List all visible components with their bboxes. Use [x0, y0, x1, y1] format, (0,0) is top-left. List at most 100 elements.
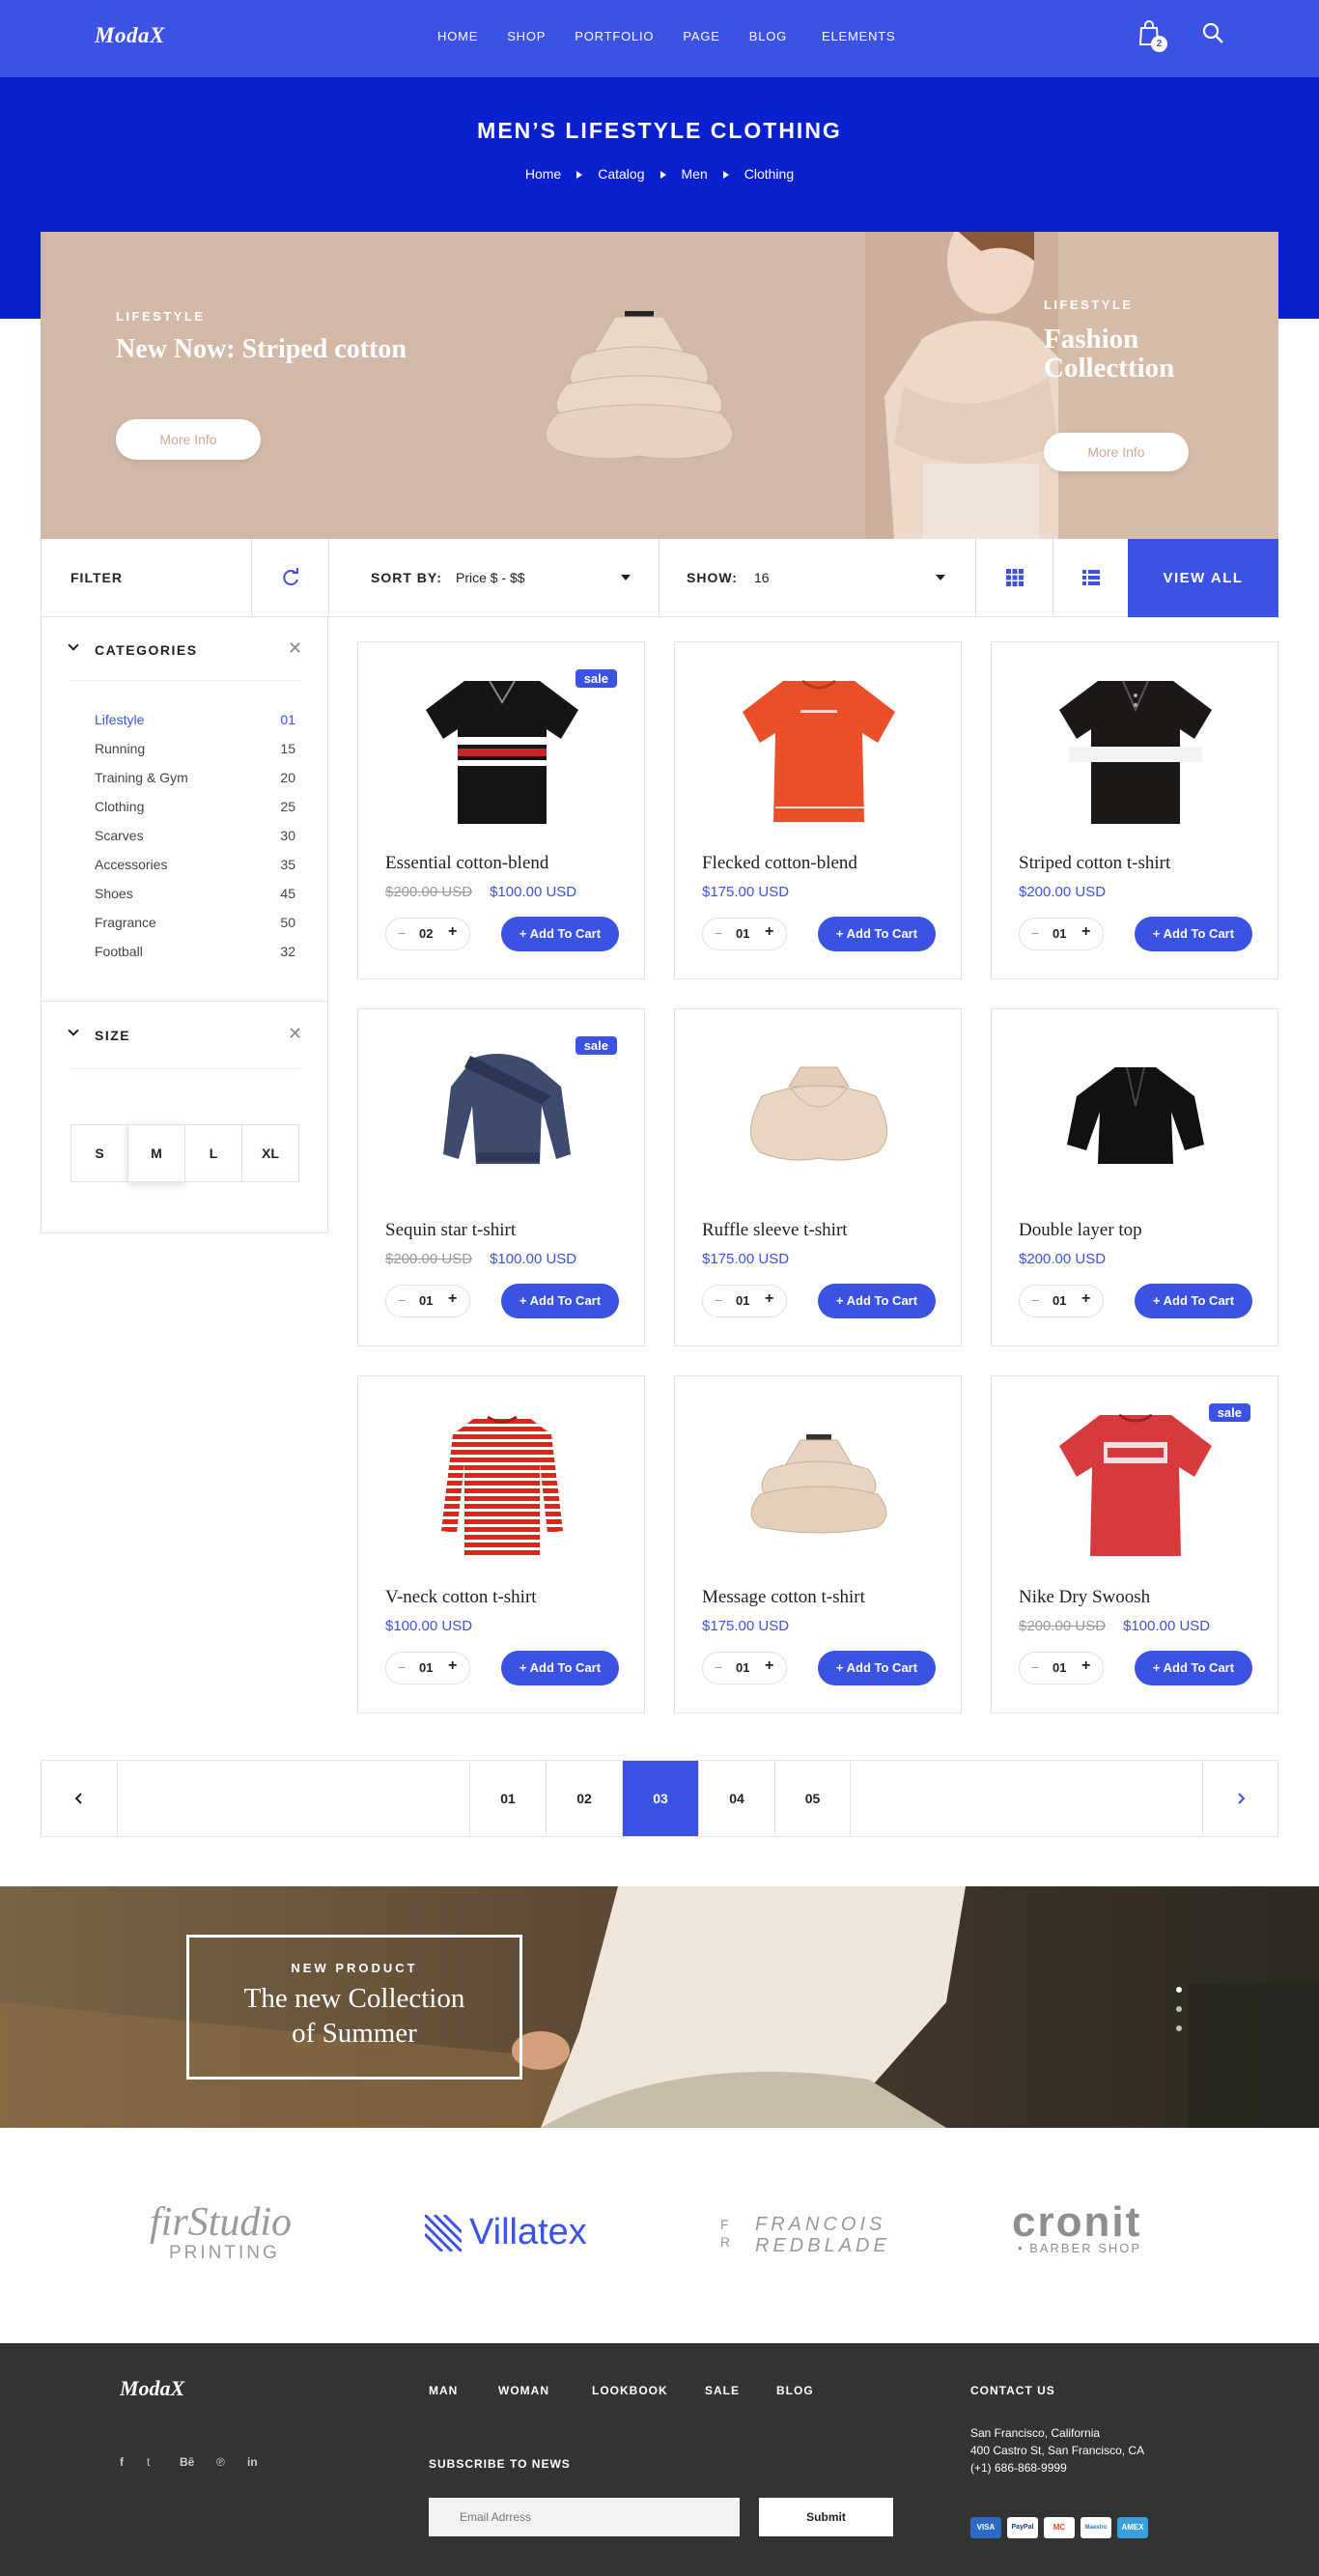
- slider-dot[interactable]: [1176, 1987, 1182, 1993]
- size-l[interactable]: L: [184, 1124, 242, 1182]
- nav-elements[interactable]: ELEMENTS: [822, 29, 895, 43]
- linkedin-icon[interactable]: in: [247, 2455, 258, 2469]
- twitter-icon[interactable]: t: [147, 2455, 150, 2469]
- breadcrumb-clothing[interactable]: Clothing: [744, 166, 794, 182]
- product-name[interactable]: Message cotton t-shirt: [702, 1587, 865, 1608]
- decrease-button[interactable]: −: [398, 1292, 406, 1308]
- close-icon[interactable]: ✕: [288, 638, 302, 659]
- quantity-value[interactable]: 01: [736, 926, 749, 941]
- product-name[interactable]: Essential cotton-blend: [385, 853, 548, 874]
- nav-home[interactable]: HOME: [437, 29, 478, 43]
- nav-portfolio[interactable]: PORTFOLIO: [575, 29, 654, 43]
- product-card[interactable]: Flecked cotton-blend $175.00 USD −01 + + …: [674, 641, 962, 979]
- product-name[interactable]: Double layer top: [1019, 1220, 1142, 1241]
- product-name[interactable]: V-neck cotton t-shirt: [385, 1587, 537, 1608]
- footer-link-sale[interactable]: SALE: [705, 2384, 740, 2397]
- category-fragrance[interactable]: Fragrance 50: [95, 915, 295, 930]
- show-dropdown[interactable]: SHOW: 16: [660, 539, 976, 616]
- nav-blog[interactable]: BLOG: [749, 29, 787, 43]
- breadcrumb-catalog[interactable]: Catalog: [598, 166, 644, 182]
- page-01[interactable]: 01: [469, 1761, 546, 1836]
- product-card[interactable]: sale Sequin star t-shirt $200.00 USD $100…: [357, 1008, 645, 1346]
- decrease-button[interactable]: −: [715, 1659, 722, 1675]
- footer-link-man[interactable]: MAN: [429, 2384, 458, 2397]
- footer-link-blog[interactable]: BLOG: [776, 2384, 814, 2397]
- add-to-cart-button[interactable]: + Add To Cart: [818, 917, 936, 951]
- footer-link-woman[interactable]: WOMAN: [498, 2384, 549, 2397]
- increase-button[interactable]: +: [765, 1657, 773, 1675]
- product-name[interactable]: Sequin star t-shirt: [385, 1220, 516, 1241]
- search-button[interactable]: [1201, 21, 1226, 46]
- category-scarves[interactable]: Scarves 30: [95, 828, 295, 843]
- decrease-button[interactable]: −: [398, 925, 406, 941]
- category-lifestyle[interactable]: Lifestyle 01: [95, 712, 295, 727]
- brand-firstudio-logo[interactable]: firStudio PRINTING: [150, 2202, 292, 2264]
- footer-logo[interactable]: ModaX: [120, 2376, 184, 2401]
- email-input[interactable]: [429, 2498, 740, 2536]
- next-page-button[interactable]: [1202, 1761, 1278, 1836]
- product-name[interactable]: Ruffle sleeve t-shirt: [702, 1220, 848, 1241]
- category-shoes[interactable]: Shoes 45: [95, 886, 295, 901]
- add-to-cart-button[interactable]: + Add To Cart: [501, 917, 619, 951]
- increase-button[interactable]: +: [448, 1657, 457, 1675]
- decrease-button[interactable]: −: [1031, 1659, 1039, 1675]
- brand-francois-redblade-logo[interactable]: F R FRANCOIS REDBLADE: [720, 2214, 890, 2256]
- increase-button[interactable]: +: [448, 1290, 457, 1308]
- product-card[interactable]: Striped cotton t-shirt $200.00 USD −01 + …: [991, 641, 1278, 979]
- cart-button[interactable]: 2: [1137, 19, 1167, 52]
- increase-button[interactable]: +: [1081, 1290, 1090, 1308]
- close-icon[interactable]: ✕: [288, 1024, 302, 1044]
- add-to-cart-button[interactable]: + Add To Cart: [501, 1651, 619, 1685]
- page-04[interactable]: 04: [698, 1761, 774, 1836]
- category-accessories[interactable]: Accessories 35: [95, 857, 295, 872]
- pinterest-icon[interactable]: ℗: [216, 2455, 225, 2469]
- slider-dot[interactable]: [1176, 2006, 1182, 2012]
- breadcrumb-home[interactable]: Home: [525, 166, 561, 182]
- category-football[interactable]: Football 32: [95, 944, 295, 959]
- list-view-button[interactable]: [1053, 539, 1129, 616]
- increase-button[interactable]: +: [765, 1290, 773, 1308]
- size-xl[interactable]: XL: [241, 1124, 299, 1182]
- add-to-cart-button[interactable]: + Add To Cart: [818, 1284, 936, 1318]
- decrease-button[interactable]: −: [398, 1659, 406, 1675]
- slider-dot[interactable]: [1176, 2025, 1182, 2031]
- decrease-button[interactable]: −: [1031, 1292, 1039, 1308]
- prev-page-button[interactable]: [42, 1761, 118, 1836]
- reset-filter-button[interactable]: [252, 539, 329, 616]
- decrease-button[interactable]: −: [715, 1292, 722, 1308]
- quantity-value[interactable]: 01: [419, 1293, 433, 1308]
- facebook-icon[interactable]: f: [120, 2455, 124, 2469]
- grid-view-button[interactable]: [976, 539, 1053, 616]
- increase-button[interactable]: +: [1081, 1657, 1090, 1675]
- add-to-cart-button[interactable]: + Add To Cart: [818, 1651, 936, 1685]
- quantity-value[interactable]: 01: [419, 1660, 433, 1675]
- footer-link-lookbook[interactable]: LOOKBOOK: [592, 2384, 668, 2397]
- size-m[interactable]: M: [127, 1124, 185, 1182]
- product-card[interactable]: Double layer top $200.00 USD −01 + + Add …: [991, 1008, 1278, 1346]
- quantity-value[interactable]: 02: [419, 926, 433, 941]
- add-to-cart-button[interactable]: + Add To Cart: [1135, 917, 1252, 951]
- add-to-cart-button[interactable]: + Add To Cart: [501, 1284, 619, 1318]
- submit-button[interactable]: Submit: [759, 2498, 893, 2536]
- page-05[interactable]: 05: [774, 1761, 851, 1836]
- product-name[interactable]: Striped cotton t-shirt: [1019, 853, 1170, 874]
- nav-shop[interactable]: SHOP: [507, 29, 546, 43]
- decrease-button[interactable]: −: [1031, 925, 1039, 941]
- add-to-cart-button[interactable]: + Add To Cart: [1135, 1651, 1252, 1685]
- decrease-button[interactable]: −: [715, 925, 722, 941]
- increase-button[interactable]: +: [765, 923, 773, 941]
- product-card[interactable]: Ruffle sleeve t-shirt $175.00 USD −01 + +…: [674, 1008, 962, 1346]
- contact-phone[interactable]: (+1) 686-868-9999: [970, 2459, 1144, 2477]
- product-name[interactable]: Flecked cotton-blend: [702, 853, 857, 874]
- quantity-value[interactable]: 01: [1052, 1293, 1066, 1308]
- brand-cronit-logo[interactable]: cronit • BARBER SHOP: [1012, 2201, 1141, 2256]
- add-to-cart-button[interactable]: + Add To Cart: [1135, 1284, 1252, 1318]
- product-card[interactable]: sale Essential cotton-blend $200.00 USD $…: [357, 641, 645, 979]
- brand-villatex-logo[interactable]: Villatex: [425, 2212, 587, 2253]
- view-all-button[interactable]: VIEW ALL: [1128, 539, 1278, 617]
- increase-button[interactable]: +: [448, 923, 457, 941]
- banner-more-info-button[interactable]: More Info: [116, 419, 261, 460]
- logo[interactable]: ModaX: [95, 23, 165, 48]
- quantity-value[interactable]: 01: [1052, 926, 1066, 941]
- behance-icon[interactable]: Bē: [180, 2455, 194, 2469]
